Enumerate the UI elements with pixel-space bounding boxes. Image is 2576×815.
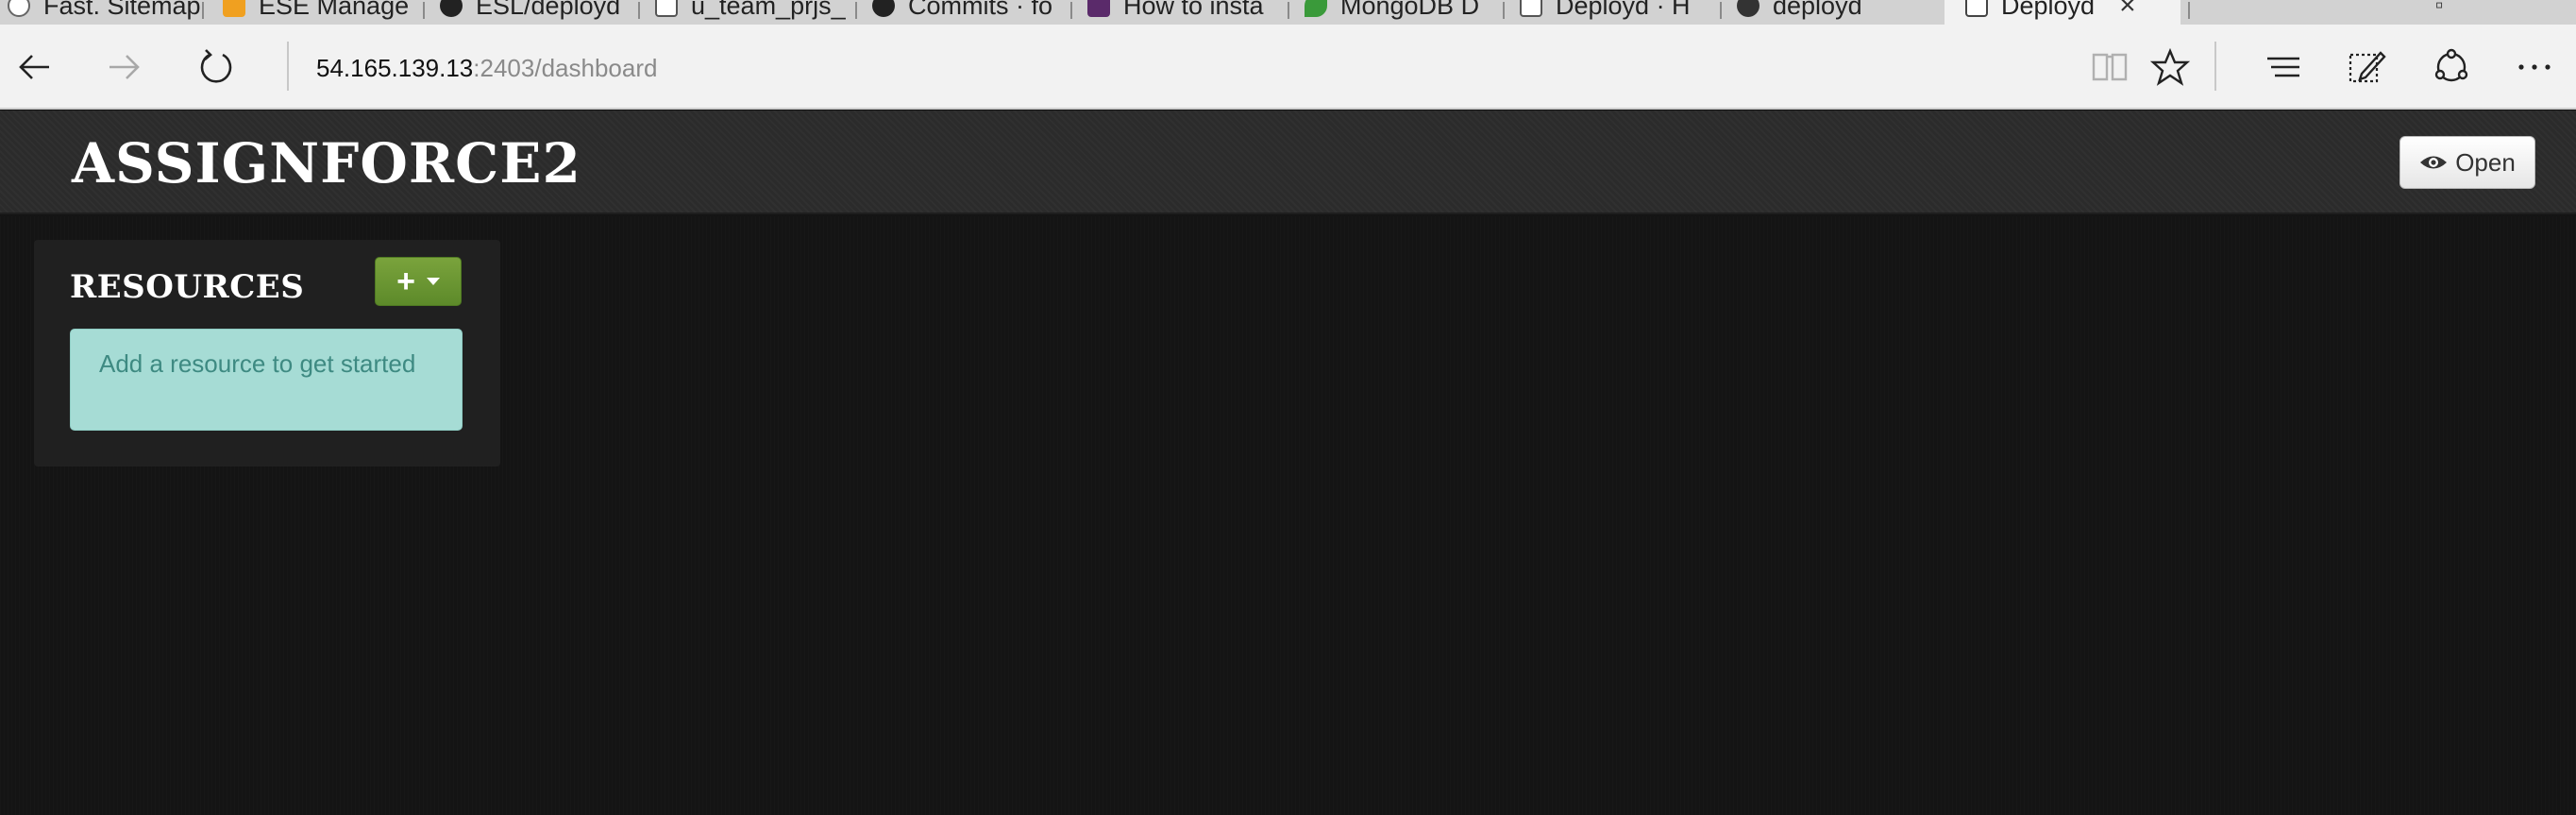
tab-label: MongoDB D (1340, 0, 1480, 20)
open-button[interactable]: Open (2399, 136, 2535, 189)
tab-label: Deployd (2001, 0, 2096, 20)
back-button[interactable] (11, 43, 59, 91)
share-icon (2434, 48, 2468, 82)
app-brand[interactable]: ASSIGNFORCE2 (72, 133, 581, 194)
browser-tab[interactable]: Deployd · H (1520, 0, 1722, 25)
refresh-button[interactable] (193, 43, 240, 91)
page-icon (655, 0, 678, 17)
resources-title: RESOURCES (70, 268, 305, 306)
hub-icon (2267, 57, 2299, 77)
favorite-button[interactable] (2147, 43, 2194, 91)
tab-label: Commits · fo (908, 0, 1053, 20)
browser-tab[interactable]: ESL/deployd (440, 0, 640, 25)
star-icon (2149, 47, 2191, 86)
hub-button[interactable] (2260, 43, 2307, 91)
caret-down-icon (426, 278, 440, 285)
back-arrow-icon (19, 55, 49, 79)
browser-tab[interactable]: How to insta (1087, 0, 1289, 25)
minimize-window-icon[interactable]: ▫ (2435, 0, 2444, 19)
empty-resources-message: Add a resource to get started (70, 329, 463, 431)
browser-tab[interactable]: Fast. Sitemap (8, 0, 204, 25)
resources-panel: RESOURCES + Add a resource to get starte… (34, 240, 500, 467)
browser-tab[interactable]: MongoDB D (1305, 0, 1505, 25)
github-icon (1737, 0, 1759, 17)
browser-tab[interactable]: deployd (1737, 0, 1941, 25)
page-icon (1087, 0, 1110, 17)
add-resource-button[interactable]: + (375, 257, 462, 306)
app-navbar: ASSIGNFORCE2 Open (0, 110, 2576, 214)
page-icon (1965, 0, 1988, 17)
tab-label: deployd (1773, 0, 1862, 20)
eye-icon (2420, 156, 2448, 169)
reading-view-button[interactable] (2086, 43, 2133, 91)
close-tab-icon[interactable]: × (2119, 0, 2136, 22)
address-bar[interactable]: 54.165.139.13:2403/dashboard (316, 51, 657, 85)
forward-arrow-icon (109, 55, 140, 79)
tab-label: How to insta (1123, 0, 1264, 20)
browser-tab[interactable]: Commits · fo (872, 0, 1072, 25)
forward-button[interactable] (100, 43, 147, 91)
more-button[interactable] (2511, 43, 2558, 91)
dashboard-main: RESOURCES + Add a resource to get starte… (0, 216, 2576, 815)
page-icon (1520, 0, 1542, 17)
github-icon (872, 0, 895, 17)
browser-toolbar: 54.165.139.13:2403/dashboard (0, 25, 2576, 110)
refresh-icon (200, 49, 232, 83)
tab-label: ESL/deployd (476, 0, 621, 20)
open-button-label: Open (2455, 147, 2516, 177)
address-path: :2403/dashboard (473, 54, 658, 82)
book-icon (2092, 53, 2128, 81)
tab-label: Deployd · H (1556, 0, 1691, 20)
tab-label: ESE Manage (259, 0, 410, 20)
web-note-button[interactable] (2343, 43, 2390, 91)
aws-icon (223, 0, 245, 17)
leaf-icon (1305, 0, 1327, 17)
address-host: 54.165.139.13 (316, 54, 474, 82)
plus-icon: + (396, 263, 415, 299)
tab-label: Fast. Sitemap (43, 0, 201, 20)
tab-label: u_team_prjs_ (691, 0, 846, 20)
web-note-icon (2349, 51, 2386, 83)
new-tab-separator (2188, 0, 2216, 25)
github-icon (440, 0, 463, 17)
browser-tab[interactable]: u_team_prjs_ (655, 0, 857, 25)
browser-tab-strip: Fast. Sitemap ESE Manage ESL/deployd u_t… (0, 0, 2576, 25)
more-icon (2518, 64, 2551, 70)
share-button[interactable] (2428, 43, 2475, 91)
browser-tab-active[interactable]: Deployd × (1945, 0, 2180, 25)
page-icon (8, 0, 30, 17)
browser-tab[interactable]: ESE Manage (223, 0, 425, 25)
